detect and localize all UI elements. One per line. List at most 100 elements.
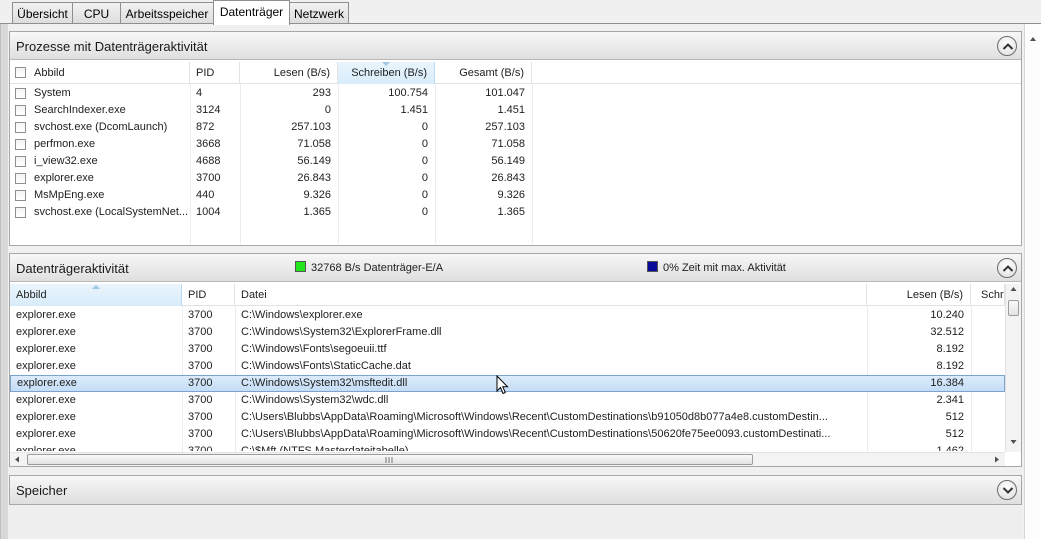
row-pid: 3700: [188, 343, 213, 355]
scroll-right-arrow-icon[interactable]: [994, 456, 1000, 463]
row-write: 0: [421, 121, 428, 133]
processes-panel-title: Prozesse mit Datenträgeraktivität: [16, 39, 208, 54]
chevron-up-icon: [1002, 43, 1014, 50]
row-read: 257.103: [291, 121, 331, 133]
table-row[interactable]: MsMpEng.exe 440 9.326 0 9.326: [10, 187, 1021, 204]
collapse-processes-button[interactable]: [997, 36, 1017, 56]
scroll-up-arrow-icon[interactable]: [1027, 33, 1039, 45]
left-frame: [0, 24, 8, 539]
disk-table-header: Abbild PID Datei Lesen (B/s) Schre: [10, 284, 1005, 306]
expand-memory-button[interactable]: [997, 480, 1017, 500]
row-write: 0: [421, 138, 428, 150]
row-pid: 872: [196, 121, 215, 133]
table-row[interactable]: explorer.exe 3700 C:\Users\Blubbs\AppDat…: [10, 426, 1005, 443]
row-pid: 3700: [188, 411, 213, 423]
row-checkbox[interactable]: [15, 105, 26, 116]
memory-panel-header[interactable]: Speicher: [10, 476, 1021, 504]
row-file: C:\Windows\Fonts\segoeuii.ttf: [241, 343, 387, 355]
row-checkbox[interactable]: [15, 190, 26, 201]
processes-panel-header[interactable]: Prozesse mit Datenträgeraktivität: [10, 32, 1021, 60]
row-read: 16.384: [930, 377, 964, 389]
outer-scrollbar[interactable]: [1024, 24, 1041, 539]
col-file-header[interactable]: Datei: [235, 284, 867, 306]
row-read: 1.462: [936, 445, 964, 451]
row-image: explorer.exe: [17, 377, 77, 389]
row-pid: 4688: [196, 155, 221, 167]
col-write-header[interactable]: Schre: [971, 284, 1005, 306]
row-read: 0: [324, 104, 331, 116]
table-row[interactable]: perfmon.exe 3668 71.058 0 71.058: [10, 136, 1021, 153]
col-read-header[interactable]: Lesen (B/s): [240, 62, 338, 84]
col-total-header[interactable]: Gesamt (B/s): [435, 62, 532, 84]
select-all-checkbox[interactable]: [15, 67, 26, 78]
disk-table-vertical-scrollbar[interactable]: [1005, 284, 1021, 452]
col-image-header[interactable]: Abbild: [28, 62, 190, 84]
scroll-left-arrow-icon[interactable]: [14, 456, 20, 463]
row-checkbox[interactable]: [15, 173, 26, 184]
table-row[interactable]: SearchIndexer.exe 3124 0 1.451 1.451: [10, 102, 1021, 119]
collapse-disk-activity-button[interactable]: [997, 258, 1017, 278]
table-row[interactable]: i_view32.exe 4688 56.149 0 56.149: [10, 153, 1021, 170]
disk-activity-panel-title: Datenträgeraktivität: [16, 261, 129, 276]
row-read: 56.149: [297, 155, 331, 167]
table-row[interactable]: explorer.exe 3700 C:\Windows\Fonts\segoe…: [10, 341, 1005, 358]
row-checkbox[interactable]: [15, 88, 26, 99]
row-pid: 3700: [188, 445, 213, 451]
row-checkbox[interactable]: [15, 122, 26, 133]
row-read: 32.512: [930, 326, 964, 338]
row-file: C:\Windows\System32\wdc.dll: [241, 394, 389, 406]
tab-memory[interactable]: Arbeitsspeicher: [120, 2, 214, 24]
row-checkbox[interactable]: [15, 139, 26, 150]
row-write: 0: [421, 206, 428, 218]
row-read: 26.843: [297, 172, 331, 184]
table-row[interactable]: explorer.exe 3700 C:\Windows\System32\Ex…: [10, 324, 1005, 341]
row-total: 257.103: [485, 121, 525, 133]
table-row[interactable]: explorer.exe 3700 26.843 0 26.843: [10, 170, 1021, 187]
horizontal-scroll-thumb[interactable]: [27, 454, 753, 465]
tab-network[interactable]: Netzwerk: [289, 2, 349, 24]
table-row[interactable]: svchost.exe (LocalSystemNet... 1004 1.36…: [10, 204, 1021, 221]
table-row[interactable]: explorer.exe 3700 C:\$Mft (NTFS Masterda…: [10, 443, 1005, 451]
legend-io-text: 32768 B/s Datenträger-E/A: [311, 262, 444, 274]
tab-cpu[interactable]: CPU: [72, 2, 121, 24]
table-row[interactable]: System 4 293 100.754 101.047: [10, 85, 1021, 102]
row-pid: 3700: [188, 309, 213, 321]
chevron-down-icon: [1002, 487, 1014, 494]
row-checkbox[interactable]: [15, 207, 26, 218]
row-pid: 3700: [188, 428, 213, 440]
sort-ascending-icon: [92, 285, 100, 289]
row-image: explorer.exe: [16, 309, 76, 321]
row-image: explorer.exe: [16, 445, 76, 451]
row-checkbox[interactable]: [15, 156, 26, 167]
row-file: C:\$Mft (NTFS Masterdateitabelle): [241, 445, 409, 451]
table-row[interactable]: explorer.exe 3700 C:\Users\Blubbs\AppDat…: [10, 409, 1005, 426]
row-image: explorer.exe: [16, 360, 76, 372]
disk-activity-panel-header[interactable]: Datenträgeraktivität 32768 B/s Datenträg…: [10, 254, 1021, 282]
table-row[interactable]: explorer.exe 3700 C:\Windows\explorer.ex…: [10, 307, 1005, 324]
row-total: 1.365: [497, 206, 525, 218]
row-image: explorer.exe: [16, 343, 76, 355]
row-file: C:\Users\Blubbs\AppData\Roaming\Microsof…: [241, 411, 828, 423]
row-image: explorer.exe: [16, 394, 76, 406]
tab-disk[interactable]: Datenträger: [213, 0, 290, 25]
row-image: explorer.exe: [34, 172, 94, 184]
tab-overview[interactable]: Übersicht: [12, 2, 73, 24]
disk-table-horizontal-scrollbar[interactable]: [10, 452, 1005, 466]
row-pid: 3700: [196, 172, 221, 184]
vertical-scroll-thumb[interactable]: [1008, 300, 1019, 316]
tab-bar: Übersicht CPU Arbeitsspeicher Datenträge…: [0, 0, 1041, 25]
mouse-cursor-icon: [496, 375, 509, 395]
row-image: MsMpEng.exe: [34, 189, 105, 201]
row-pid: 3124: [196, 104, 221, 116]
row-total: 56.149: [491, 155, 525, 167]
row-read: 1.365: [303, 206, 331, 218]
row-read: 10.240: [930, 309, 964, 321]
col-pid-header[interactable]: PID: [182, 284, 235, 306]
scroll-down-arrow-icon[interactable]: [1010, 439, 1017, 445]
col-pid-header[interactable]: PID: [190, 62, 240, 84]
col-read-header[interactable]: Lesen (B/s): [867, 284, 971, 306]
table-row[interactable]: svchost.exe (DcomLaunch) 872 257.103 0 2…: [10, 119, 1021, 136]
scroll-up-arrow-icon[interactable]: [1010, 286, 1017, 292]
table-row[interactable]: explorer.exe 3700 C:\Windows\Fonts\Stati…: [10, 358, 1005, 375]
row-pid: 4: [196, 87, 203, 99]
